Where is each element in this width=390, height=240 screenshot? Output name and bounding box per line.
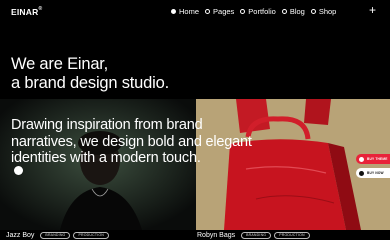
nav-dot-icon <box>240 9 246 14</box>
description-line-1: Drawing inspiration from brand <box>11 117 203 133</box>
tag-production[interactable]: PRODUCTION <box>274 231 310 239</box>
buy-now-button[interactable]: BUY NOW <box>356 168 390 178</box>
main-nav: Home Pages Portfolio Blog Shop <box>171 7 336 16</box>
nav-dot-icon <box>281 9 287 14</box>
nav-item-pages[interactable]: Pages <box>205 7 234 16</box>
nav-item-blog[interactable]: Blog <box>281 7 305 16</box>
nav-label: Portfolio <box>248 7 276 16</box>
logo-text: EINAR <box>11 7 39 17</box>
nav-dot-icon <box>205 9 211 14</box>
description-line-2: narratives, we design bold and elegant <box>11 133 252 150</box>
nav-label: Home <box>179 7 200 16</box>
tag-branding[interactable]: BRANDING <box>241 231 272 239</box>
cart-icon <box>359 156 364 162</box>
buy-now-label: BUY NOW <box>367 171 384 175</box>
project-title[interactable]: Robyn Bags <box>197 232 235 239</box>
hero-heading: We are Einar, a brand design studio. <box>11 55 169 93</box>
hero-line-1: We are Einar, <box>11 55 109 73</box>
nav-dot-icon <box>310 9 316 14</box>
description-line-3: identities with a modern touch. <box>11 150 201 166</box>
logo[interactable]: EINAR® <box>11 6 43 17</box>
buy-theme-label: BUY THEME <box>367 157 388 161</box>
nav-item-shop[interactable]: Shop <box>310 7 337 16</box>
studio-description: Drawing inspiration from brand narrative… <box>11 117 252 176</box>
logo-registered-mark: ® <box>38 6 43 12</box>
project-caption-jazz-boy: Jazz Boy BRANDING PRODUCTION <box>6 231 110 239</box>
site-header: EINAR® Home Pages Portfolio Blog Shop + <box>0 0 390 24</box>
nav-label: Shop <box>318 7 337 16</box>
nav-label: Blog <box>289 7 305 16</box>
bag-icon <box>359 170 364 176</box>
project-title[interactable]: Jazz Boy <box>6 232 34 239</box>
bullet-dot-icon <box>14 165 23 175</box>
hero-line-2: a brand design studio. <box>11 74 169 92</box>
project-caption-robyn-bags: Robyn Bags BRANDING PRODUCTION <box>197 231 310 239</box>
buy-theme-button[interactable]: BUY THEME <box>356 154 390 164</box>
tag-production[interactable]: PRODUCTION <box>73 231 110 239</box>
nav-active-dot-icon <box>171 9 176 14</box>
nav-label: Pages <box>213 7 235 16</box>
plus-icon[interactable]: + <box>369 4 376 16</box>
nav-item-portfolio[interactable]: Portfolio <box>240 7 276 16</box>
tag-branding[interactable]: BRANDING <box>40 231 71 239</box>
nav-item-home[interactable]: Home <box>171 7 199 16</box>
